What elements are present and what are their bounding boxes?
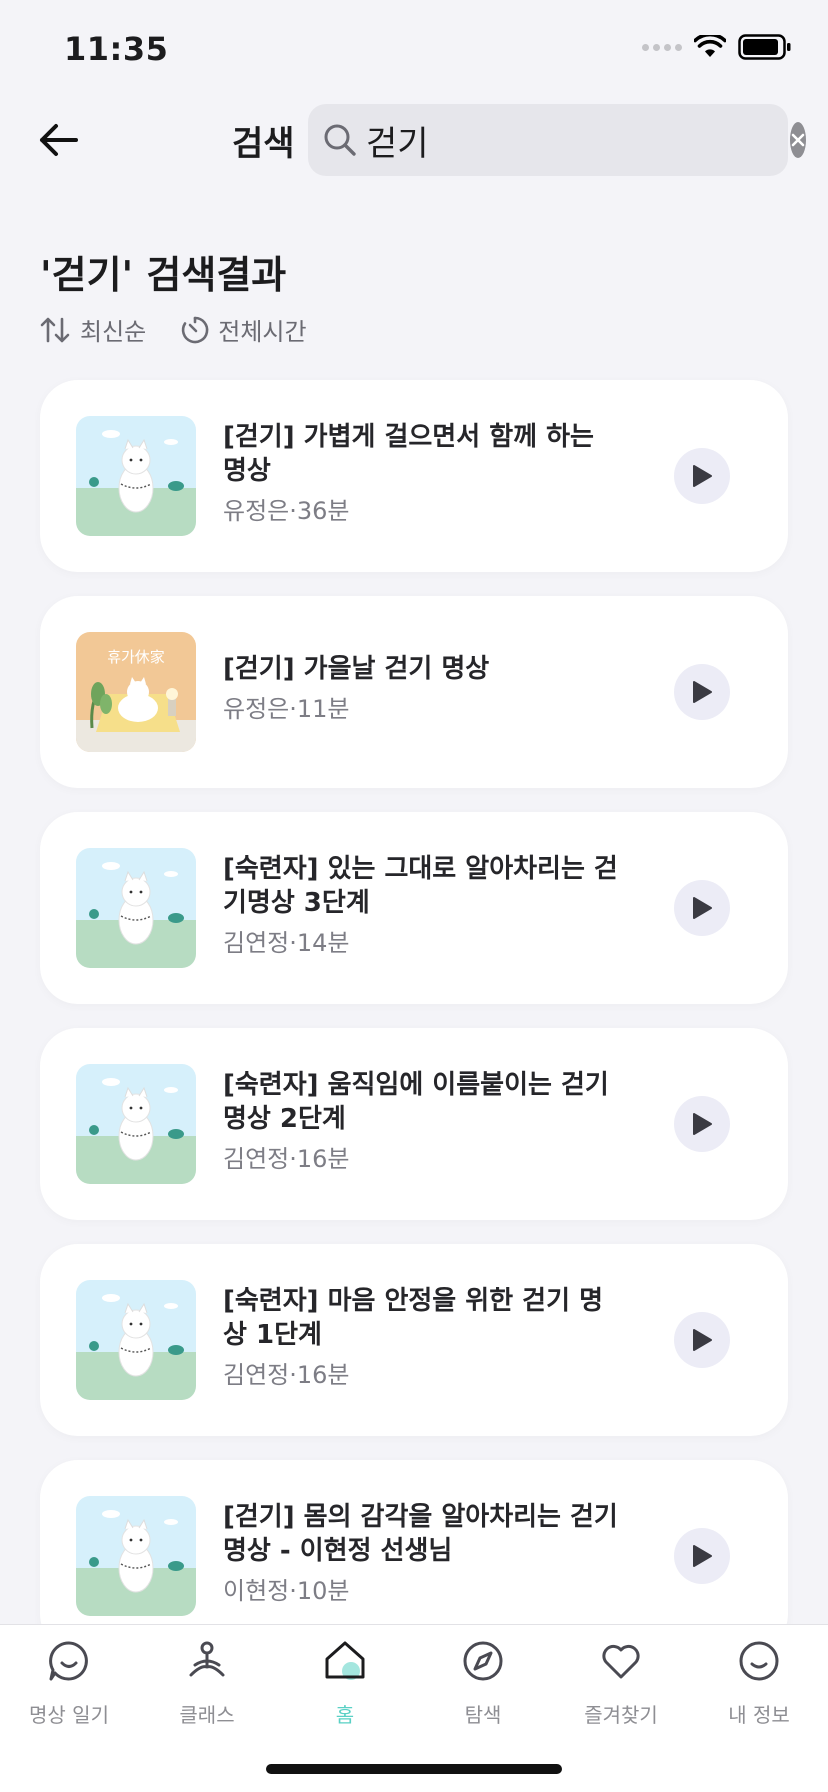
tab-class[interactable]: 클래스 bbox=[138, 1625, 276, 1728]
tab-label: 탐색 bbox=[464, 1703, 502, 1727]
play-button[interactable] bbox=[674, 664, 730, 720]
duration-filter[interactable]: 전체시간 bbox=[180, 312, 307, 347]
play-icon bbox=[693, 1329, 712, 1351]
close-icon bbox=[791, 133, 805, 147]
play-button[interactable] bbox=[674, 880, 730, 936]
play-button[interactable] bbox=[674, 1528, 730, 1584]
tab-explore[interactable]: 탐색 bbox=[414, 1625, 552, 1728]
signal-icon bbox=[642, 43, 682, 51]
tab-diary[interactable]: 명상 일기 bbox=[0, 1625, 138, 1728]
meditation-person-icon bbox=[189, 1641, 225, 1677]
card-title: [걷기] 가볍게 걸으면서 함께 하는 명상 bbox=[223, 422, 594, 486]
result-card[interactable]: [숙련자] 마음 안정을 위한 걷기 명상 1단계 김연정·16분 bbox=[40, 1244, 788, 1436]
heart-icon bbox=[602, 1644, 640, 1679]
tab-label: 내 정보 bbox=[728, 1703, 790, 1727]
card-title: [숙련자] 있는 그대로 알아차리는 걷기명상 3단계 bbox=[223, 854, 618, 918]
card-meta: 김연정·16분 bbox=[223, 1361, 350, 1389]
chat-smile-icon bbox=[49, 1641, 88, 1681]
tab-favorites[interactable]: 즐겨찾기 bbox=[552, 1625, 690, 1728]
home-indicator bbox=[266, 1764, 562, 1774]
thumbnail-cat-sky bbox=[76, 416, 196, 536]
filter-bar: 최신순 전체시간 bbox=[40, 312, 307, 347]
home-icon bbox=[325, 1641, 365, 1680]
thumbnail-cat-sky bbox=[76, 1280, 196, 1400]
card-title: [숙련자] 움직임에 이름붙이는 걷기 명상 2단계 bbox=[223, 1070, 609, 1134]
play-button[interactable] bbox=[674, 1096, 730, 1152]
thumbnail-cat-sky bbox=[76, 1064, 196, 1184]
compass-icon bbox=[463, 1641, 503, 1681]
status-time: 11:35 bbox=[64, 30, 169, 68]
timer-icon bbox=[182, 316, 209, 343]
card-meta: 김연정·14분 bbox=[223, 929, 350, 957]
thumbnail-cat-sky bbox=[76, 1496, 196, 1616]
result-card[interactable]: [숙련자] 있는 그대로 알아차리는 걷기명상 3단계 김연정·14분 bbox=[40, 812, 788, 1004]
play-button[interactable] bbox=[674, 1312, 730, 1368]
tab-home[interactable]: 홈 bbox=[276, 1625, 414, 1728]
thumbnail-cat-sky bbox=[76, 848, 196, 968]
tab-label: 즐겨찾기 bbox=[584, 1703, 658, 1727]
card-title: [걷기] 몸의 감각을 알아차리는 걷기 명상 - 이현정 선생님 bbox=[223, 1502, 618, 1566]
page-title: 검색 bbox=[232, 124, 295, 164]
results-list: [걷기] 가볍게 걸으면서 함께 하는 명상 유정은·36분 휴가休家 [걷기]… bbox=[40, 380, 788, 1676]
card-title: [걷기] 가을날 걷기 명상 bbox=[223, 654, 490, 684]
tab-label: 클래스 bbox=[179, 1703, 235, 1727]
play-icon bbox=[693, 1545, 712, 1567]
play-button[interactable] bbox=[674, 448, 730, 504]
card-meta: 유정은·11분 bbox=[223, 695, 350, 723]
result-card[interactable]: [숙련자] 움직임에 이름붙이는 걷기 명상 2단계 김연정·16분 bbox=[40, 1028, 788, 1220]
arrow-left-icon bbox=[40, 124, 78, 156]
result-card[interactable]: 휴가休家 [걷기] 가을날 걷기 명상 유정은·11분 bbox=[40, 596, 788, 788]
sort-label: 최신순 bbox=[80, 318, 147, 346]
duration-label: 전체시간 bbox=[218, 318, 307, 346]
smile-icon bbox=[739, 1641, 779, 1681]
thumbnail-rest-house: 휴가休家 bbox=[76, 632, 196, 752]
play-icon bbox=[693, 465, 712, 487]
search-input[interactable] bbox=[366, 120, 790, 160]
play-icon bbox=[693, 681, 712, 703]
status-icons bbox=[642, 34, 792, 60]
card-title: [숙련자] 마음 안정을 위한 걷기 명상 1단계 bbox=[223, 1286, 603, 1350]
wifi-icon bbox=[694, 35, 726, 57]
thumbnail-caption: 휴가休家 bbox=[107, 648, 165, 666]
card-meta: 유정은·36분 bbox=[223, 497, 350, 525]
results-title: '걷기' 검색결과 bbox=[40, 253, 287, 297]
search-icon bbox=[322, 120, 358, 160]
play-icon bbox=[693, 897, 712, 919]
tab-label: 명상 일기 bbox=[29, 1703, 109, 1727]
search-header: 검색 bbox=[0, 100, 828, 180]
tab-my-info[interactable]: 내 정보 bbox=[690, 1625, 828, 1728]
sort-arrows-icon bbox=[40, 317, 70, 342]
battery-icon bbox=[738, 34, 791, 60]
search-box[interactable] bbox=[308, 104, 806, 176]
tab-label: 홈 bbox=[335, 1703, 355, 1727]
card-meta: 이현정·10분 bbox=[223, 1577, 350, 1605]
sort-filter[interactable]: 최신순 bbox=[40, 312, 146, 347]
status-bar: 11:35 bbox=[0, 0, 828, 100]
play-icon bbox=[693, 1113, 712, 1135]
back-button[interactable] bbox=[36, 118, 80, 162]
clear-search-button[interactable] bbox=[790, 122, 806, 158]
result-card[interactable]: [걷기] 가볍게 걸으면서 함께 하는 명상 유정은·36분 bbox=[40, 380, 788, 572]
card-meta: 김연정·16분 bbox=[223, 1145, 350, 1173]
